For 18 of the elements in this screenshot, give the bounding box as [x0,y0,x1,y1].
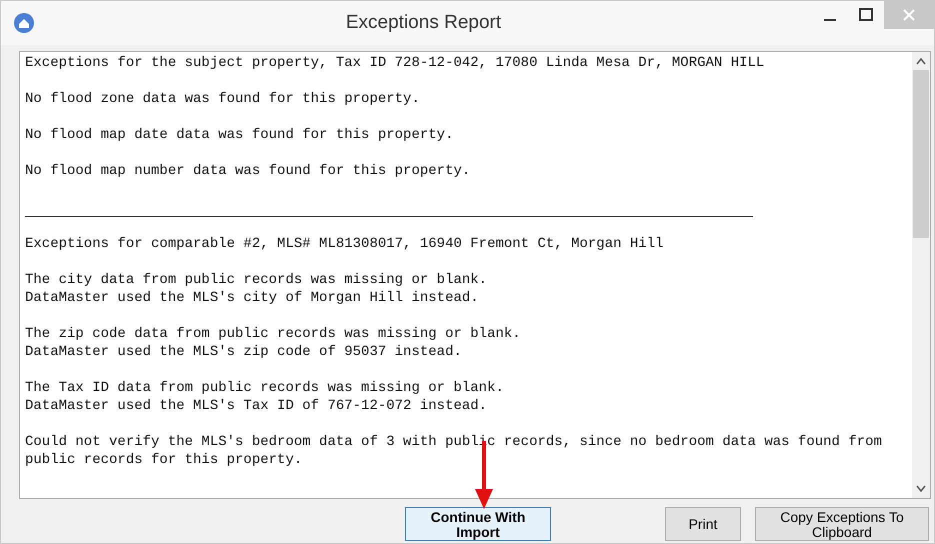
close-icon [903,9,915,21]
report-paragraph: The city data from public records was missing or blank. DataMaster used the MLS's city of Morgan Hill instead. [25,271,488,307]
report-paragraph: No flood zone data was found for this property. [25,90,421,108]
report-paragraph: No flood map number data was found for this property. [25,162,472,180]
dialog-button[interactable]: Print [665,507,741,541]
report-paragraph: The Tax ID data from public records was missing or blank. DataMaster used the MLS's Tax ID of 767-12-072 instead. [25,379,505,415]
report-paragraph: Exceptions for the subject property, Tax ID 728-12-042, 17080 Linda Mesa Dr, MORGAN HILL [25,54,766,72]
dialog-button[interactable]: Copy Exceptions To Clipboard [755,507,929,541]
app-icon [13,12,35,34]
window-title: Exceptions Report [344,12,502,34]
scrollbar-thumb[interactable] [913,70,929,238]
dialog-button[interactable]: Continue With Import [405,507,551,541]
minimize-icon [824,19,836,21]
scrollbar[interactable] [912,52,930,498]
report-paragraph: The zip code data from public records was missing or blank. DataMaster used the MLS's zip code of 95037 instead. [25,325,522,361]
maximize-icon [859,8,873,22]
report-paragraph: No flood map date data was found for this property. [25,126,454,144]
report-paragraph: Exceptions for comparable #2, MLS# ML81308017, 16940 Fremont Ct, Morgan Hill [25,235,665,253]
